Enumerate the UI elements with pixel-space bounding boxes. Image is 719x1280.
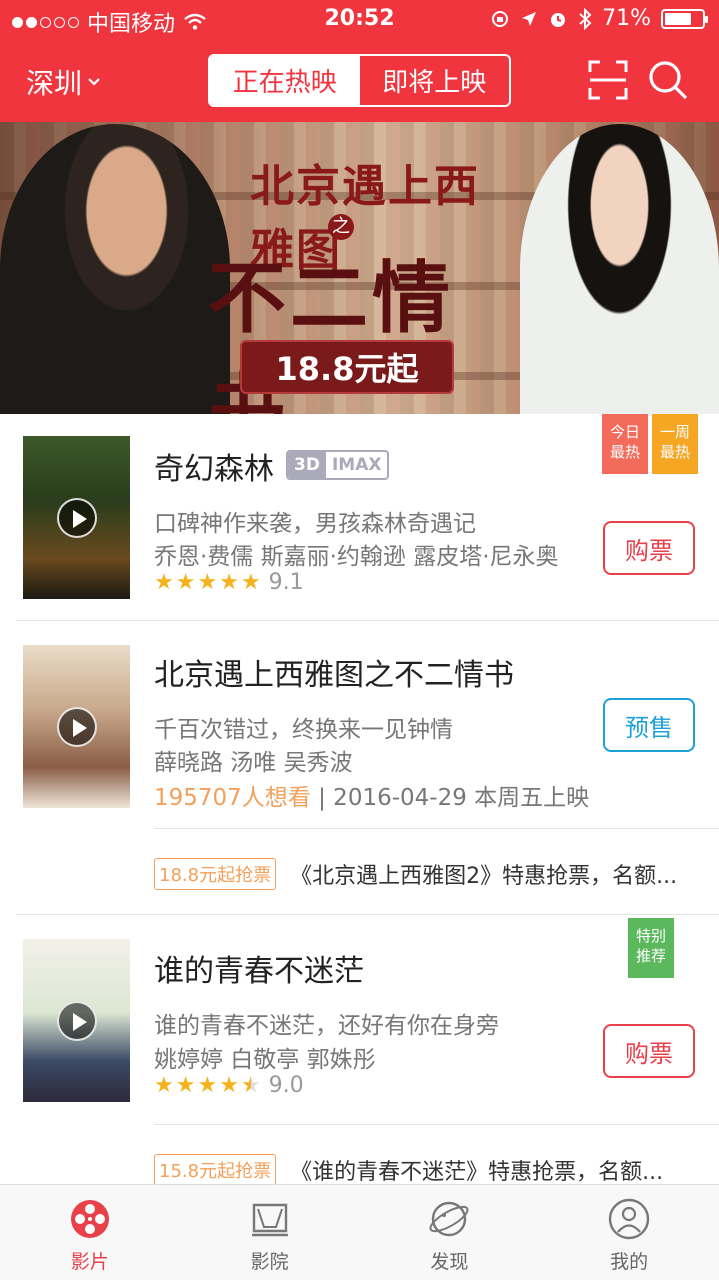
film-reel-icon	[70, 1200, 109, 1238]
city-selector[interactable]: 深圳	[26, 62, 102, 102]
battery-fill	[665, 12, 691, 25]
app-root: 中国移动 20:52 71% 深圳 正在热映 即将上映 北京遇上西雅图 之 不二…	[0, 0, 719, 1280]
nav-cinemas[interactable]: 影院	[180, 1185, 360, 1280]
star-icon: ★	[219, 570, 239, 595]
star-half-icon: ★	[240, 1073, 261, 1098]
nav-profile[interactable]: 我的	[539, 1185, 719, 1280]
nav-label: 影院	[250, 1251, 289, 1273]
movie-title: 奇幻森林	[154, 452, 274, 487]
buy-ticket-button[interactable]: 购票	[603, 521, 695, 575]
status-bar: 中国移动 20:52 71%	[0, 0, 719, 40]
badge-3d: 3D	[288, 452, 326, 478]
star-icon: ★	[197, 1073, 218, 1098]
rating-score: 9.1	[268, 570, 304, 595]
promo-text: 《谁的青春不迷茫》特惠抢票，名额...	[290, 1160, 664, 1185]
battery-icon	[661, 8, 708, 29]
location-icon	[522, 11, 537, 26]
promo-tag: 15.8元起抢票	[154, 1154, 277, 1186]
want-count: 195707人想看	[154, 785, 311, 811]
nav-label: 我的	[610, 1251, 649, 1273]
star-icon: ★	[175, 570, 196, 595]
actor-image-left	[0, 124, 230, 414]
alarm-icon	[551, 12, 566, 27]
want-release-line: 195707人想看 | 2016-04-29 本周五上映	[154, 778, 589, 812]
nav-movies[interactable]: 影片	[0, 1185, 180, 1280]
play-icon[interactable]	[57, 707, 97, 747]
actor-image-right	[520, 124, 719, 414]
banner-title-block: 北京遇上西雅图 之 不二情书 18.8元起	[200, 136, 520, 414]
city-label: 深圳	[26, 67, 83, 100]
top-bar: 中国移动 20:52 71% 深圳 正在热映 即将上映	[0, 0, 719, 122]
battery-percent: 71%	[602, 6, 651, 31]
banner-price: 18.8元起	[240, 340, 454, 394]
user-icon	[608, 1198, 650, 1240]
nav-label: 发现	[430, 1251, 469, 1273]
star-icon: ★	[154, 1073, 174, 1098]
star-icon: ★	[175, 1073, 196, 1098]
rotation-lock-icon	[492, 10, 509, 27]
presale-button[interactable]: 预售	[603, 698, 695, 752]
movie-title: 谁的青春不迷茫	[154, 954, 364, 989]
status-right: 71%	[490, 6, 708, 31]
star-icon: ★	[240, 570, 261, 595]
play-icon[interactable]	[57, 1001, 97, 1041]
nav-label: 影片	[70, 1251, 109, 1273]
buy-ticket-button[interactable]: 购票	[603, 1024, 695, 1078]
tab-coming-soon[interactable]: 即将上映	[360, 56, 510, 105]
movie-description: 谁的青春不迷茫，还好有你在身旁	[154, 1013, 499, 1039]
nav-discover[interactable]: 发现	[360, 1185, 540, 1280]
format-badge: 3D IMAX	[286, 450, 390, 480]
star-icon: ★	[154, 570, 174, 595]
promo-tag: 18.8元起抢票	[154, 858, 277, 890]
movie-description: 口碑神作来袭，男孩森林奇遇记	[154, 511, 476, 537]
movie-poster[interactable]	[23, 436, 130, 599]
star-icon: ★	[219, 1073, 239, 1098]
movie-poster[interactable]	[23, 645, 130, 808]
scan-icon[interactable]	[586, 58, 630, 102]
search-icon[interactable]	[646, 58, 690, 102]
badge-imax: IMAX	[331, 455, 382, 475]
movie-cast: 乔恩·费儒 斯嘉丽·约翰逊 露皮塔·尼永奥	[154, 544, 559, 570]
planet-icon	[429, 1201, 469, 1237]
bottom-nav: 影片 影院 发现 我的	[0, 1184, 719, 1280]
rating-stars: ★ ★ ★ ★ ★ 9.0	[154, 1073, 304, 1098]
promo-row[interactable]: 18.8元起抢票 《北京遇上西雅图2》特惠抢票，名额...	[154, 858, 677, 890]
movie-description: 千百次错过，终换来一见钟情	[154, 717, 453, 743]
promo-row[interactable]: 15.8元起抢票 《谁的青春不迷茫》特惠抢票，名额...	[154, 1154, 663, 1186]
bluetooth-icon	[579, 7, 592, 30]
movie-cast: 姚婷婷 白敬亭 郭姝彤	[154, 1047, 376, 1073]
promo-banner[interactable]: 北京遇上西雅图 之 不二情书 18.8元起	[0, 122, 719, 414]
release-date: | 2016-04-29 本周五上映	[318, 785, 590, 811]
movie-poster[interactable]	[23, 939, 130, 1102]
tab-now-showing[interactable]: 正在热映	[210, 56, 360, 105]
hot-week-tag: 一周 最热	[652, 414, 698, 474]
movie-title: 北京遇上西雅图之不二情书	[154, 658, 514, 693]
movie-cast: 薛晓路 汤唯 吴秀波	[154, 750, 353, 776]
play-icon[interactable]	[57, 498, 97, 538]
chevron-down-icon	[88, 78, 100, 86]
promo-text: 《北京遇上西雅图2》特惠抢票，名额...	[290, 864, 678, 889]
rating-score: 9.0	[268, 1073, 304, 1098]
rating-stars: ★ ★ ★ ★ ★ 9.1	[154, 570, 304, 595]
star-icon: ★	[197, 570, 218, 595]
hot-today-tag: 今日 最热	[602, 414, 648, 474]
recommended-tag: 特别 推荐	[628, 918, 674, 978]
movie-tabs: 正在热映 即将上映	[208, 54, 511, 107]
cinema-screen-icon	[251, 1203, 288, 1237]
